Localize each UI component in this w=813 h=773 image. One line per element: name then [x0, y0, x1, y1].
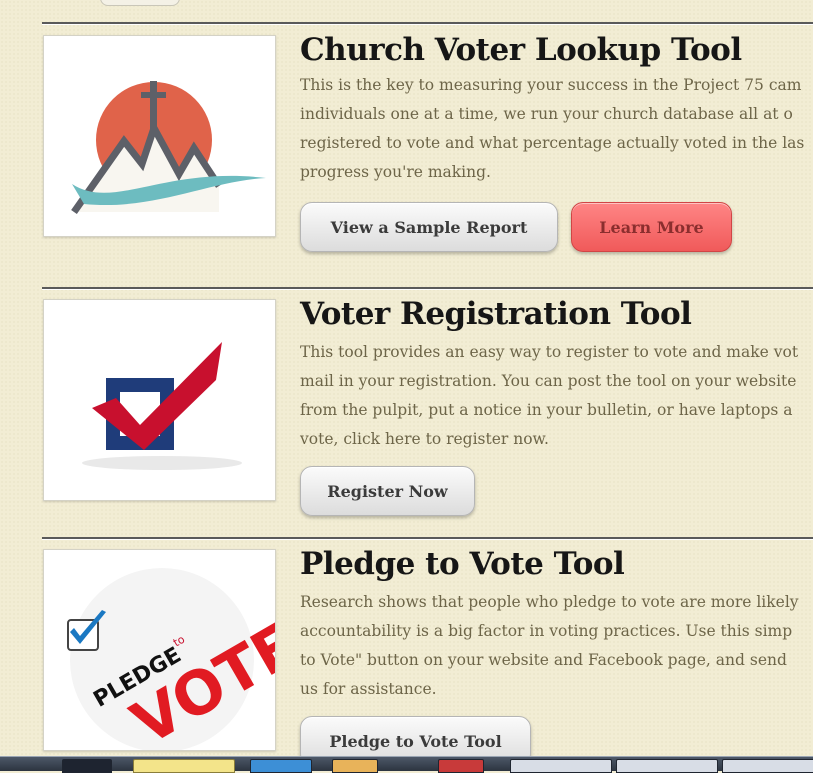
desc-line: vote, click here to register now.	[300, 430, 549, 448]
desc-line: This tool provides an easy way to regist…	[300, 343, 799, 361]
view-sample-report-button[interactable]: View a Sample Report	[300, 202, 558, 252]
church-sunrise-icon	[71, 81, 266, 215]
desc-line: accountability is a big factor in voting…	[300, 622, 793, 640]
taskbar-button[interactable]	[722, 759, 813, 773]
desc-line: mail in your registration. You can post …	[300, 372, 797, 390]
taskbar-button[interactable]	[133, 759, 235, 773]
pledge-to-vote-icon: PLEDGE to VOTE	[67, 568, 275, 750]
tool-description: This is the key to measuring your succes…	[300, 71, 813, 187]
desc-line: us for assistance.	[300, 680, 437, 698]
desc-line: individuals one at a time, we run your c…	[300, 105, 793, 123]
taskbar-button[interactable]	[62, 759, 112, 773]
tool-title: Pledge to Vote Tool	[300, 546, 625, 582]
tool-title: Church Voter Lookup Tool	[300, 32, 742, 68]
desc-line: registered to vote and what percentage a…	[300, 134, 805, 152]
taskbar-button[interactable]	[250, 759, 312, 773]
desc-line: Research shows that people who pledge to…	[300, 593, 799, 611]
taskbar-button[interactable]	[510, 759, 612, 773]
taskbar-button[interactable]	[616, 759, 718, 773]
learn-more-button[interactable]: Learn More	[571, 202, 732, 252]
church-voter-lookup-thumbnail[interactable]	[43, 35, 276, 237]
section-divider	[42, 537, 813, 540]
taskbar-button[interactable]	[438, 759, 484, 773]
tool-title: Voter Registration Tool	[300, 296, 692, 332]
register-now-button[interactable]: Register Now	[300, 466, 475, 516]
tool-description: Research shows that people who pledge to…	[300, 588, 813, 704]
desc-line: from the pulpit, put a notice in your bu…	[300, 401, 793, 419]
voter-registration-thumbnail[interactable]	[43, 299, 276, 501]
section-divider	[42, 287, 813, 290]
taskbar-button[interactable]	[332, 759, 378, 773]
desc-line: to Vote" button on your website and Face…	[300, 651, 787, 669]
checkbox-check-icon	[82, 342, 242, 470]
previous-button-edge[interactable]	[100, 0, 180, 6]
desc-line: progress you're making.	[300, 163, 491, 181]
pledge-to-vote-thumbnail[interactable]: PLEDGE to VOTE	[43, 549, 276, 751]
tool-description: This tool provides an easy way to regist…	[300, 338, 813, 454]
desc-line: This is the key to measuring your succes…	[300, 76, 802, 94]
os-taskbar	[0, 756, 813, 773]
section-divider	[42, 22, 813, 25]
